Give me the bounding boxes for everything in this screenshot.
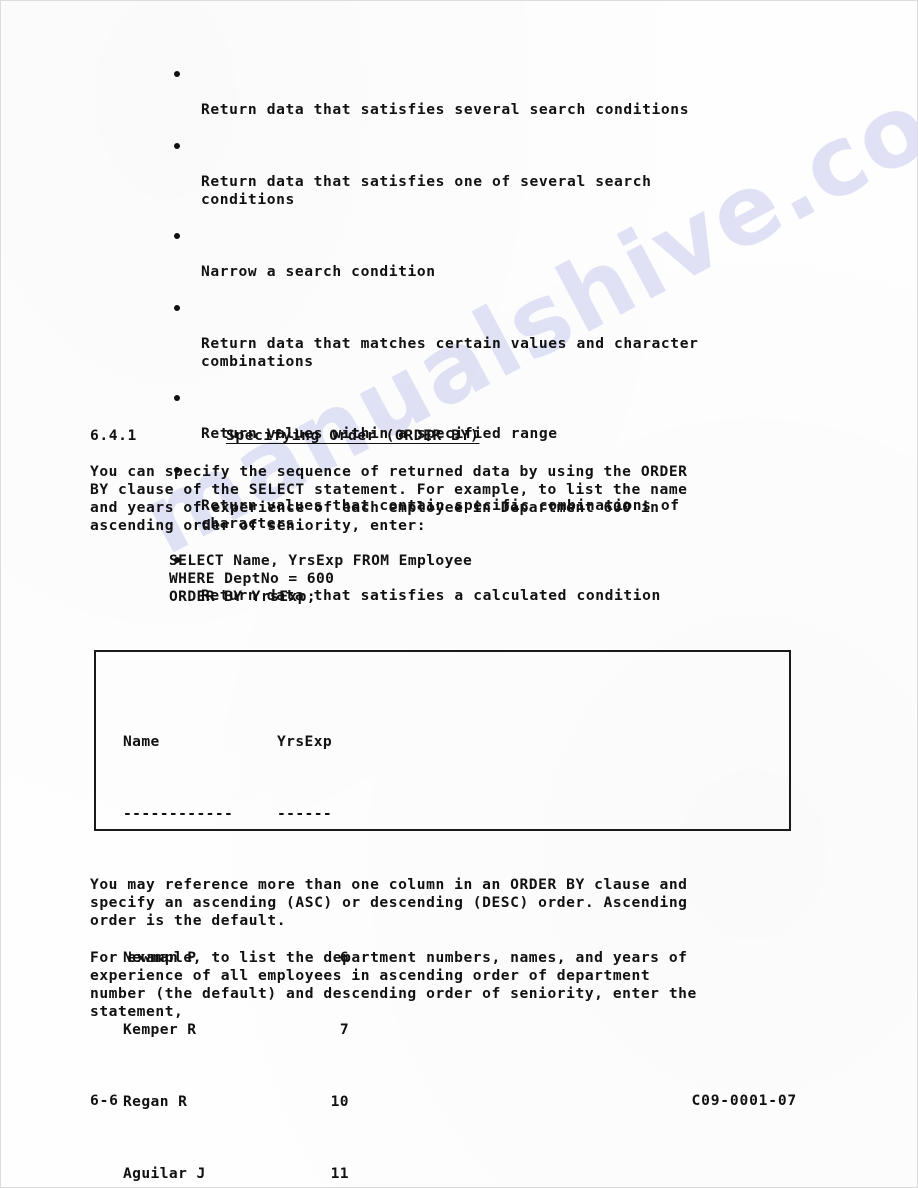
example-intro-paragraph: For example, to list the department numb… <box>90 949 697 1020</box>
sql-code-block: SELECT Name, YrsExp FROM Employee WHERE … <box>169 552 473 605</box>
table-header-row: Name YrsExp <box>123 733 349 751</box>
bullet-dot-icon <box>174 395 180 401</box>
section-title: Specifying Order (ORDER BY) <box>226 427 480 444</box>
table-row: Aguilar J 11 <box>123 1165 349 1183</box>
feature-bullet-list: Return data that satisfies several searc… <box>174 65 814 623</box>
multi-column-paragraph: You may reference more than one column i… <box>90 876 688 929</box>
list-item: Narrow a search condition <box>174 227 814 281</box>
column-separator-yrsexp: ------ <box>277 805 333 822</box>
section-heading: 6.4.1 Specifying Order (ORDER BY) <box>90 427 479 445</box>
column-separator-name: ------------ <box>123 805 234 822</box>
column-header-yrsexp: YrsExp <box>277 733 333 750</box>
list-item-label: Return data that satisfies several searc… <box>201 101 690 118</box>
cell-name: Aguilar J <box>123 1165 206 1182</box>
list-item: Return data that satisfies one of severa… <box>174 137 814 209</box>
footer-page-number: 6-6 <box>90 1092 119 1109</box>
document-page: manualshive.com Return data that satisfi… <box>0 0 918 1188</box>
list-item-label: Narrow a search condition <box>201 263 436 280</box>
list-item-label: Return data that satisfies one of severa… <box>201 173 652 208</box>
page-footer: 6-6 C09-0001-07 <box>90 1092 797 1109</box>
cell-yrsexp: 7 <box>339 1021 349 1038</box>
table-row: Kemper R 7 <box>123 1021 349 1039</box>
bullet-dot-icon <box>174 71 180 77</box>
list-item: Return data that satisfies several searc… <box>174 65 814 119</box>
footer-document-number: C09-0001-07 <box>691 1092 797 1109</box>
cell-yrsexp: 11 <box>330 1165 349 1182</box>
list-item: Return data that matches certain values … <box>174 299 814 371</box>
query-result-box: Name YrsExp ------------ ------ Newman P6 … <box>94 650 791 1182</box>
section-number: 6.4.1 <box>90 427 137 444</box>
column-header-name: Name <box>123 733 160 750</box>
table-separator-row: ------------ ------ <box>123 805 349 823</box>
bullet-dot-icon <box>174 305 180 311</box>
query-result-table: Name YrsExp ------------ ------ Newman P6 … <box>123 679 349 1187</box>
list-item-label: Return data that matches certain values … <box>201 335 699 370</box>
page-content: Return data that satisfies several searc… <box>1 1 917 1187</box>
intro-paragraph: You can specify the sequence of returned… <box>90 463 688 534</box>
bullet-dot-icon <box>174 143 180 149</box>
bullet-dot-icon <box>174 233 180 239</box>
cell-name: Kemper R <box>123 1021 197 1038</box>
